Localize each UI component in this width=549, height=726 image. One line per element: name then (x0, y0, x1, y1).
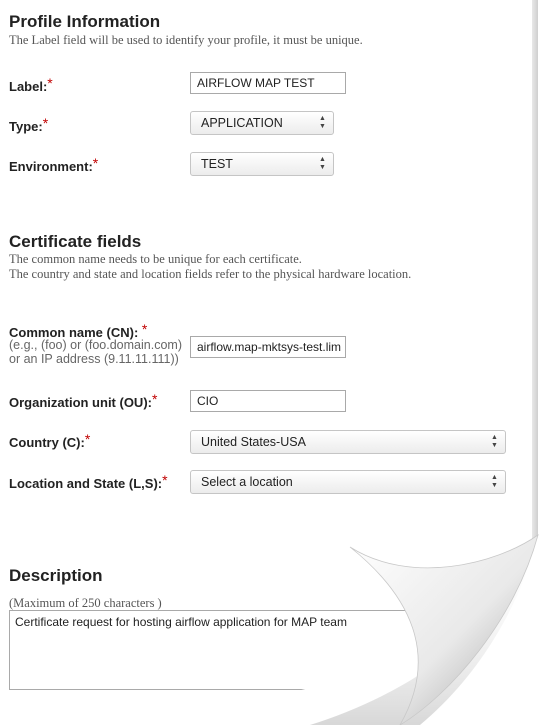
label-field-label: Label:* (9, 75, 53, 94)
form-page: Profile Information The Label field will… (0, 0, 549, 726)
label-input[interactable]: AIRFLOW MAP TEST (190, 72, 346, 94)
description-hint: (Maximum of 250 characters ) (9, 596, 162, 610)
updown-arrows-icon: ▲ ▼ (319, 156, 326, 171)
required-marker: * (92, 155, 99, 171)
updown-arrows-icon: ▲ ▼ (319, 115, 326, 130)
page-curl (280, 534, 540, 725)
environment-select[interactable]: TEST ▲ ▼ (190, 152, 334, 176)
common-name-input[interactable]: airflow.map-mktsys-test.lim (190, 336, 346, 358)
organization-unit-input[interactable]: CIO (190, 390, 346, 412)
required-marker: * (42, 115, 49, 131)
country-field-label: Country (C):* (9, 431, 91, 450)
paper-edge-shadow (532, 0, 538, 540)
cn-hint-line1: (e.g., (foo) or (foo.domain.com) (9, 338, 182, 352)
required-marker: * (47, 75, 53, 91)
required-marker: * (162, 472, 168, 488)
updown-arrows-icon: ▲ ▼ (491, 474, 498, 489)
environment-field-label: Environment:* (9, 155, 99, 174)
location-select[interactable]: Select a location ▲ ▼ (190, 470, 506, 494)
type-field-label: Type:* (9, 115, 49, 134)
cn-hint-line2: or an IP address (9.11.11.111)) (9, 352, 179, 366)
location-field-label: Location and State (L,S):* (9, 472, 168, 491)
country-select[interactable]: United States-USA ▲ ▼ (190, 430, 506, 454)
required-marker: * (151, 391, 158, 407)
certificate-section-title: Certificate fields (9, 232, 142, 251)
ou-field-label: Organization unit (OU):* (9, 391, 158, 410)
type-select[interactable]: APPLICATION ▲ ▼ (190, 111, 334, 135)
profile-section-title: Profile Information (9, 12, 161, 31)
updown-arrows-icon: ▲ ▼ (491, 434, 498, 449)
profile-section-subtitle: The Label field will be used to identify… (9, 33, 363, 47)
certificate-subtitle-line1: The common name needs to be unique for e… (9, 252, 302, 266)
certificate-subtitle-line2: The country and state and location field… (9, 267, 412, 281)
required-marker: * (84, 431, 91, 447)
description-section-title: Description (9, 566, 103, 585)
required-marker: * (141, 321, 148, 337)
